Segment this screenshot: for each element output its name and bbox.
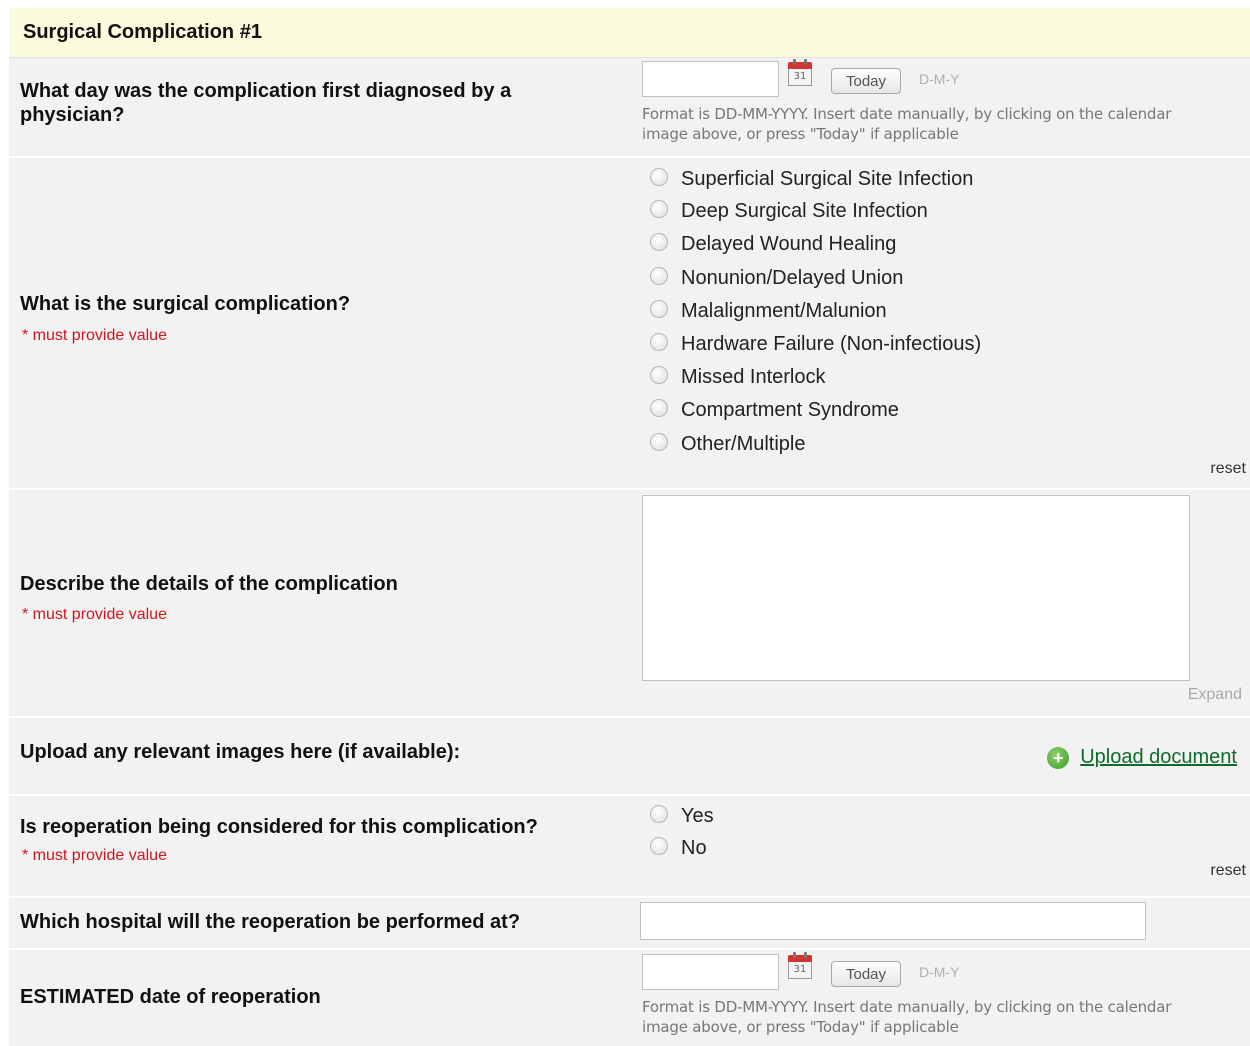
question-reoperation: Is reoperation being considered for this… xyxy=(20,816,538,838)
question-hospital: Which hospital will the reoperation be p… xyxy=(20,911,521,933)
section-header: Surgical Complication #1 xyxy=(9,8,1250,58)
calendar-icon[interactable]: 31 xyxy=(788,952,812,979)
question-upload: Upload any relevant images here (if avai… xyxy=(20,741,461,763)
question-diagnosed-date: What day was the complication first diag… xyxy=(20,80,512,126)
radio-option-compartment-syndrome[interactable]: Compartment Syndrome xyxy=(650,398,899,422)
date-help-text: Format is DD-MM-YYYY. Insert date manual… xyxy=(642,105,1172,143)
row-reoperation: Is reoperation being considered for this… xyxy=(9,796,1250,898)
today-button[interactable]: Today xyxy=(831,961,901,987)
row-diagnosed-date: What day was the complication first diag… xyxy=(9,58,1250,158)
required-note: * must provide value xyxy=(22,847,167,864)
question-details: Describe the details of the complication xyxy=(20,573,398,595)
upload-document-link[interactable]: Upload document xyxy=(1080,746,1237,769)
radio-option-superficial-ssi[interactable]: Superficial Surgical Site Infection xyxy=(650,167,973,191)
radio-button[interactable] xyxy=(650,200,668,218)
radio-button[interactable] xyxy=(650,233,668,251)
row-reop-date: ESTIMATED date of reoperation 31 Today D… xyxy=(9,950,1250,1046)
reset-link[interactable]: reset xyxy=(1210,460,1246,478)
expand-link[interactable]: Expand xyxy=(1188,686,1242,704)
row-details: Describe the details of the complication… xyxy=(9,490,1250,718)
section-title: Surgical Complication #1 xyxy=(23,21,262,43)
radio-option-malalignment[interactable]: Malalignment/Malunion xyxy=(650,299,887,323)
calendar-icon[interactable]: 31 xyxy=(788,59,812,86)
radio-option-yes[interactable]: Yes xyxy=(650,804,714,828)
question-reop-date: ESTIMATED date of reoperation xyxy=(20,986,321,1008)
row-upload: Upload any relevant images here (if avai… xyxy=(9,718,1250,796)
radio-button[interactable] xyxy=(650,837,668,855)
radio-button[interactable] xyxy=(650,333,668,351)
radio-button[interactable] xyxy=(650,168,668,186)
question-complication: What is the surgical complication? xyxy=(20,293,351,315)
radio-button[interactable] xyxy=(650,805,668,823)
radio-button[interactable] xyxy=(650,267,668,285)
date-format-label: D-M-Y xyxy=(919,964,960,980)
radio-button[interactable] xyxy=(650,366,668,384)
radio-option-other[interactable]: Other/Multiple xyxy=(650,432,806,456)
radio-option-delayed-wound-healing[interactable]: Delayed Wound Healing xyxy=(650,232,896,256)
required-note: * must provide value xyxy=(22,606,167,623)
hospital-input[interactable] xyxy=(640,902,1146,940)
upload-document-button[interactable]: + Upload document xyxy=(1047,746,1237,769)
radio-button[interactable] xyxy=(650,433,668,451)
radio-option-nonunion[interactable]: Nonunion/Delayed Union xyxy=(650,266,903,290)
details-textarea[interactable] xyxy=(642,495,1190,681)
row-complication: What is the surgical complication? * mus… xyxy=(9,158,1250,490)
reset-link[interactable]: reset xyxy=(1210,862,1246,880)
plus-circle-icon: + xyxy=(1047,746,1070,769)
reop-date-input[interactable] xyxy=(642,954,779,990)
diagnosed-date-input[interactable] xyxy=(642,61,779,97)
radio-option-deep-ssi[interactable]: Deep Surgical Site Infection xyxy=(650,199,928,223)
survey-form: Surgical Complication #1 What day was th… xyxy=(9,8,1250,1046)
radio-button[interactable] xyxy=(650,300,668,318)
date-format-label: D-M-Y xyxy=(919,71,960,87)
required-note: * must provide value xyxy=(22,327,167,344)
radio-option-missed-interlock[interactable]: Missed Interlock xyxy=(650,365,826,389)
radio-option-no[interactable]: No xyxy=(650,836,707,860)
radio-option-hardware-failure[interactable]: Hardware Failure (Non-infectious) xyxy=(650,332,981,356)
row-hospital: Which hospital will the reoperation be p… xyxy=(9,898,1250,950)
radio-button[interactable] xyxy=(650,399,668,417)
today-button[interactable]: Today xyxy=(831,68,901,94)
date-help-text: Format is DD-MM-YYYY. Insert date manual… xyxy=(642,998,1172,1036)
